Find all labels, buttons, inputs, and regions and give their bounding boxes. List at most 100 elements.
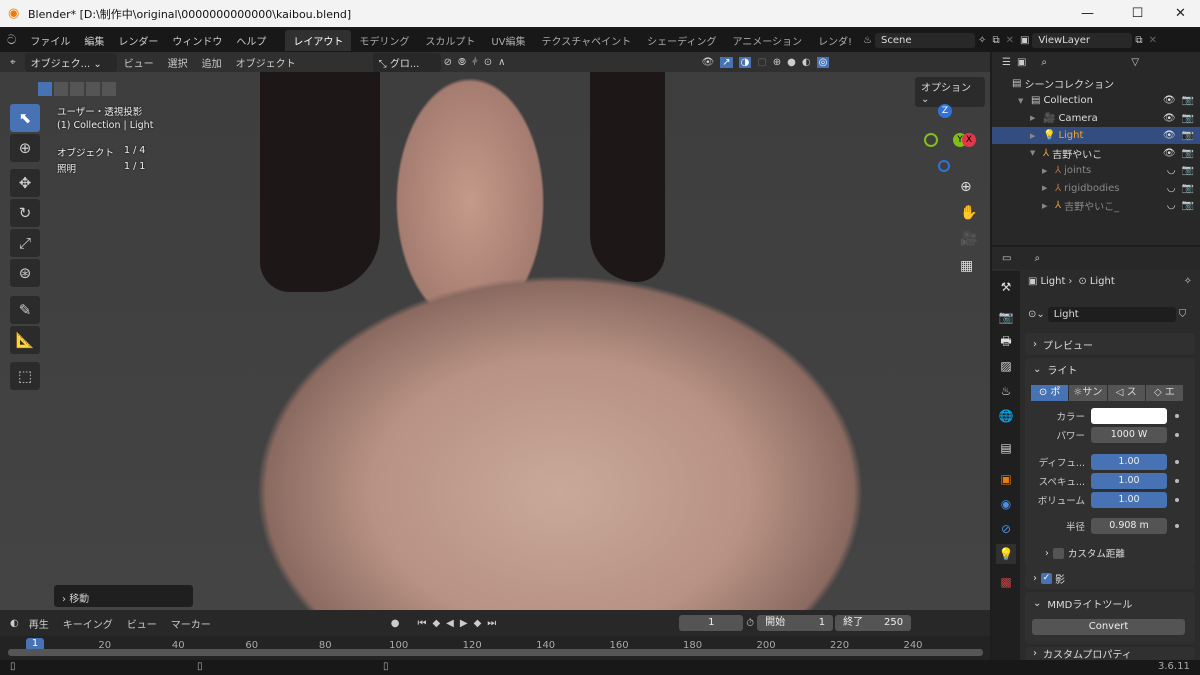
visibility-icon[interactable]: 👁 (702, 57, 715, 68)
color-swatch[interactable] (1091, 408, 1167, 424)
render-camera-icon[interactable]: 📷 (1182, 95, 1194, 106)
expand-arrow-icon[interactable]: ▶ (1030, 132, 1040, 140)
render-tab-icon[interactable]: 📷 (996, 307, 1016, 327)
transform-orientation-selector[interactable]: ⤡ グロ... (372, 52, 441, 72)
snap-target-icon[interactable]: ⫩ (472, 57, 478, 68)
menu-view[interactable]: ビュー (117, 55, 161, 70)
menu-window[interactable]: ウィンドウ (165, 33, 229, 48)
light-type-point[interactable]: ⊙ ポ (1031, 385, 1069, 401)
end-frame-field[interactable]: 終了 250 (835, 615, 912, 631)
options-dropdown[interactable]: オプション ⌄ (915, 77, 985, 107)
eye-icon[interactable]: 👁 (1163, 113, 1176, 124)
start-frame-field[interactable]: 開始 1 (757, 615, 834, 631)
transform-tool[interactable]: ⊛ (10, 259, 40, 287)
volume-field[interactable]: 1.00 (1091, 492, 1167, 508)
outliner-row[interactable]: ▶ ⅄ joints ◡ 📷 (992, 162, 1200, 179)
outliner-row[interactable]: ▶ 💡 Light 👁 📷 (992, 127, 1200, 144)
tool-tab-icon[interactable]: ⚒ (996, 277, 1016, 297)
expand-arrow-icon[interactable]: ▶ (1042, 202, 1052, 210)
scene-icon[interactable]: ♨ (863, 35, 872, 46)
annotate-tool[interactable]: ✎ (10, 296, 40, 324)
shadow-panel[interactable]: › ✓ 影 (1025, 567, 1195, 589)
expand-arrow-icon[interactable]: ▼ (1030, 149, 1040, 157)
timeline-editor-icon[interactable]: ◐ (10, 618, 19, 629)
scene-tab-icon[interactable]: ♨ (996, 381, 1016, 401)
properties-editor-icon[interactable]: ▭ (1002, 253, 1011, 264)
view-layer-icon[interactable]: ▣ (1020, 35, 1029, 46)
hidden-eye-icon[interactable]: ◡ (1167, 165, 1176, 176)
delete-scene-icon[interactable]: ✕ (1006, 35, 1014, 46)
scene-selector[interactable]: Scene (875, 32, 976, 48)
keyframe-dot-icon[interactable] (1175, 460, 1179, 464)
diffuse-field[interactable]: 1.00 (1091, 454, 1167, 470)
eye-icon[interactable]: 👁 (1163, 148, 1176, 159)
move-tool[interactable]: ✥ (10, 169, 40, 197)
solid-shading-icon[interactable]: ● (787, 57, 796, 68)
tab-texture-paint[interactable]: テクスチャペイント (534, 30, 640, 51)
preview-panel[interactable]: › プレビュー (1025, 333, 1195, 355)
light-data-tab-icon[interactable]: 💡 (996, 544, 1016, 564)
scene-collection-row[interactable]: ▤ シーンコレクション (992, 75, 1200, 92)
stopwatch-icon[interactable]: ⏱ (746, 618, 754, 629)
measure-tool[interactable]: 📐 (10, 326, 40, 354)
select-invert-button[interactable] (86, 82, 100, 96)
hidden-eye-icon[interactable]: ◡ (1167, 200, 1176, 211)
eye-icon[interactable]: 👁 (1163, 130, 1176, 141)
scale-tool[interactable]: ⤢ (10, 229, 40, 257)
prev-keyframe-icon[interactable]: ◆ (432, 618, 440, 629)
mmd-panel-header[interactable]: ⌄ MMDライトツール (1025, 592, 1195, 614)
new-view-layer-icon[interactable]: ⧉ (1135, 35, 1142, 46)
keyframe-dot-icon[interactable] (1175, 524, 1179, 528)
menu-render[interactable]: レンダー (111, 33, 165, 48)
display-mode-icon[interactable]: ▣ (1017, 57, 1026, 68)
expand-arrow-icon[interactable]: ▶ (1030, 114, 1040, 122)
play-reverse-icon[interactable]: ◀ (446, 618, 454, 629)
menu-file[interactable]: ファイル (23, 33, 77, 48)
camera-view-icon[interactable]: 🎥 (960, 231, 977, 247)
jump-start-icon[interactable]: ⏮ (417, 618, 426, 629)
power-field[interactable]: 1000 W (1091, 427, 1167, 443)
new-scene-icon[interactable]: ⧉ (992, 35, 999, 46)
view-layer-selector[interactable]: ViewLayer (1032, 32, 1133, 48)
tab-animation[interactable]: アニメーション (724, 30, 810, 51)
outliner-row[interactable]: ▼ ▤ Collection 👁 📷 (992, 92, 1200, 109)
render-camera-icon[interactable]: 📷 (1182, 148, 1194, 159)
editor-type-icon[interactable]: ⌖ (10, 57, 16, 68)
select-subtract-button[interactable] (70, 82, 84, 96)
rendered-shading-icon[interactable]: ◎ (816, 56, 830, 68)
tab-layout[interactable]: レイアウト (285, 29, 352, 51)
physics-tab-icon[interactable]: ◉ (996, 494, 1016, 514)
pin-icon[interactable]: ✧ (1184, 276, 1192, 287)
ortho-grid-icon[interactable]: ▦ (960, 258, 973, 274)
object-tab-icon[interactable]: ▣ (996, 469, 1016, 489)
auto-keying-icon[interactable]: ● (391, 618, 400, 629)
light-type-spot[interactable]: ◁ ス (1107, 385, 1145, 401)
gizmo-toggle-icon[interactable]: ↗ (720, 56, 733, 68)
outliner-row[interactable]: ▼ ⅄ 吉野やいこ 👁 📷 (992, 145, 1200, 162)
light-type-area[interactable]: ◇ エ (1145, 385, 1183, 401)
gizmo-neg-y-axis[interactable] (924, 133, 938, 147)
radius-field[interactable]: 0.908 m (1091, 518, 1167, 534)
menu-timeline-view[interactable]: ビュー (120, 616, 164, 631)
blender-menu-icon[interactable]: ට (0, 33, 23, 48)
keyframe-dot-icon[interactable] (1175, 498, 1179, 502)
keyframe-dot-icon[interactable] (1175, 479, 1179, 483)
fake-user-shield-icon[interactable]: ⛉ (1179, 309, 1187, 320)
last-operator-panel[interactable]: › 移動 (54, 585, 193, 607)
mode-selector[interactable]: オブジェク... ⌄ (24, 52, 117, 72)
falloff-icon[interactable]: ∧ (498, 57, 505, 68)
shadow-checkbox[interactable]: ✓ (1041, 572, 1052, 584)
expand-arrow-icon[interactable]: ▼ (1018, 97, 1028, 105)
expand-arrow-icon[interactable]: ▶ (1042, 184, 1052, 192)
eye-icon[interactable]: 👁 (1163, 95, 1176, 106)
view-layer-tab-icon[interactable]: ▨ (996, 356, 1016, 376)
gizmo-x-axis[interactable]: X (962, 133, 976, 147)
menu-select[interactable]: 選択 (161, 55, 195, 70)
light-panel-header[interactable]: ⌄ ライト (1025, 358, 1195, 380)
tab-uv[interactable]: UV編集 (483, 30, 533, 51)
filter-icon[interactable]: ▽ (1131, 57, 1139, 68)
output-tab-icon[interactable]: 🖶 (996, 331, 1016, 351)
rotate-tool[interactable]: ↻ (10, 199, 40, 227)
datablock-name-field[interactable]: Light (1047, 307, 1176, 322)
zoom-icon[interactable]: ⊕ (960, 179, 972, 195)
